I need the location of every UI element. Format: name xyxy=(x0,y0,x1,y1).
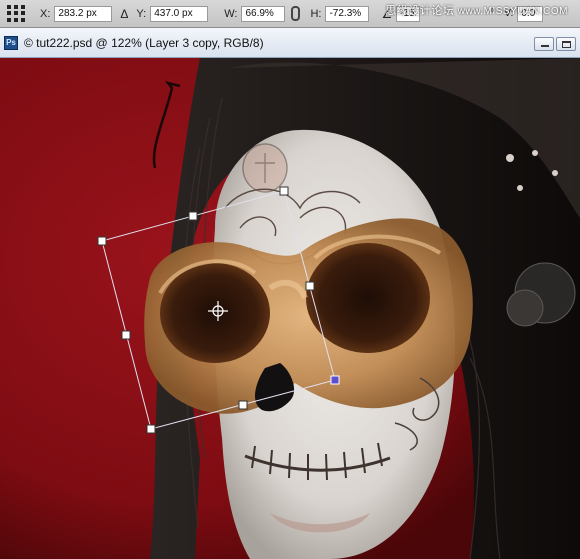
y-position-field[interactable] xyxy=(150,5,209,22)
handle-bottom-left[interactable] xyxy=(146,424,156,434)
document-title: © tut222.psd @ 122% (Layer 3 copy, RGB/8… xyxy=(24,35,264,50)
x-label: X: xyxy=(40,7,51,20)
photoshop-badge-icon: Ps xyxy=(4,35,18,50)
handle-top-left[interactable] xyxy=(97,236,107,246)
handle-bottom-right[interactable] xyxy=(330,375,340,385)
width-scale-field[interactable] xyxy=(241,5,286,22)
handle-top-right[interactable] xyxy=(279,186,289,196)
height-scale-field[interactable] xyxy=(325,5,370,22)
watermark-cn: 思缘设计论坛 xyxy=(385,5,455,17)
reference-point-grid-icon[interactable] xyxy=(6,4,26,24)
h-label: H: xyxy=(310,7,322,20)
handle-middle-left[interactable] xyxy=(121,330,131,340)
x-position-field[interactable] xyxy=(54,5,113,22)
handle-middle-right[interactable] xyxy=(305,281,315,291)
w-label: W: xyxy=(224,7,238,20)
artwork xyxy=(0,58,580,559)
y-label: Y: xyxy=(136,7,147,20)
document-tab[interactable]: Ps © tut222.psd @ 122% (Layer 3 copy, RG… xyxy=(0,28,580,58)
handle-bottom-middle[interactable] xyxy=(238,400,248,410)
document-canvas[interactable] xyxy=(0,58,580,559)
minimize-button[interactable] xyxy=(534,37,554,51)
window-controls xyxy=(534,37,576,51)
skull-eye-layer xyxy=(144,218,473,414)
watermark-site: www.MISSYUAN.COM xyxy=(457,6,568,17)
left-eye-socket xyxy=(160,263,270,363)
watermark: 思缘设计论坛 www.MISSYUAN.COM xyxy=(385,2,568,18)
maximize-button[interactable] xyxy=(556,37,576,51)
right-eye-socket xyxy=(306,243,430,353)
transform-options-bar: X: Δ Y: W: H: ∠ ° V: 思缘设计论坛 www.MISSYUAN… xyxy=(0,0,580,28)
handle-top-middle[interactable] xyxy=(188,211,198,221)
delta-icon: Δ xyxy=(120,6,129,21)
link-chain-icon[interactable] xyxy=(291,6,301,21)
